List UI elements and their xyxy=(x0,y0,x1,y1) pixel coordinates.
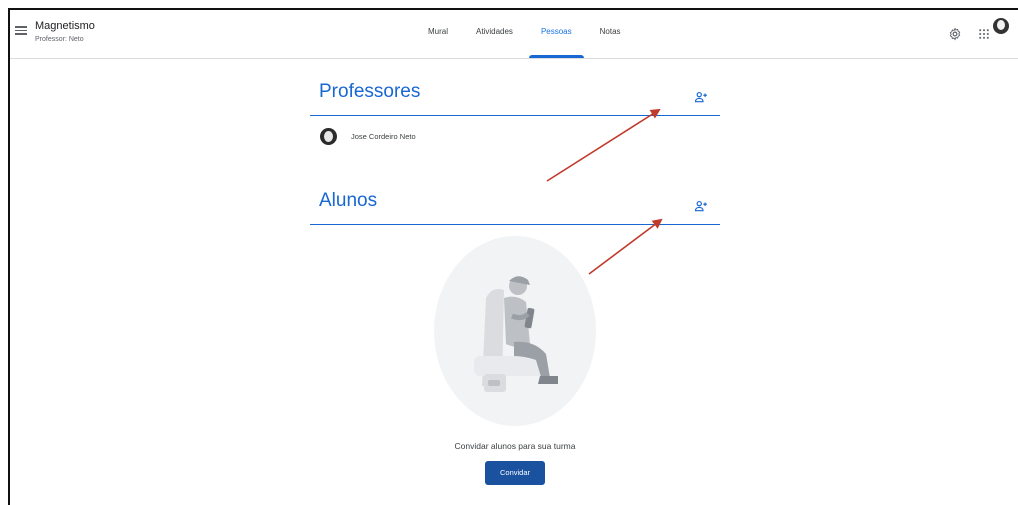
teachers-title: Professores xyxy=(319,81,421,102)
apps-grid-icon[interactable] xyxy=(977,27,991,41)
empty-students-illustration xyxy=(434,236,596,426)
class-subtitle: Professor: Neto xyxy=(35,36,84,43)
class-title[interactable]: Magnetismo xyxy=(35,20,95,32)
account-avatar[interactable] xyxy=(993,18,1009,34)
top-app-bar: Magnetismo Professor: Neto Mural Ativida… xyxy=(10,10,1018,59)
menu-icon[interactable] xyxy=(15,24,27,36)
students-title: Alunos xyxy=(319,190,378,211)
tab-notas[interactable]: Notas xyxy=(586,10,635,58)
gear-icon[interactable] xyxy=(948,27,962,41)
invite-students-message: Convidar alunos para sua turma xyxy=(454,441,576,451)
tab-bar: Mural Atividades Pessoas Notas xyxy=(414,10,635,58)
students-section-header: Alunos xyxy=(310,186,720,225)
teachers-section-header: Professores xyxy=(310,78,720,116)
avatar xyxy=(320,128,337,145)
teacher-name: Jose Cordeiro Neto xyxy=(351,132,416,141)
invite-button[interactable]: Convidar xyxy=(485,461,545,485)
add-person-icon[interactable] xyxy=(694,199,708,213)
tab-mural[interactable]: Mural xyxy=(414,10,462,58)
tab-atividades[interactable]: Atividades xyxy=(462,10,527,58)
tab-pessoas[interactable]: Pessoas xyxy=(527,10,586,58)
add-person-icon[interactable] xyxy=(694,90,708,104)
